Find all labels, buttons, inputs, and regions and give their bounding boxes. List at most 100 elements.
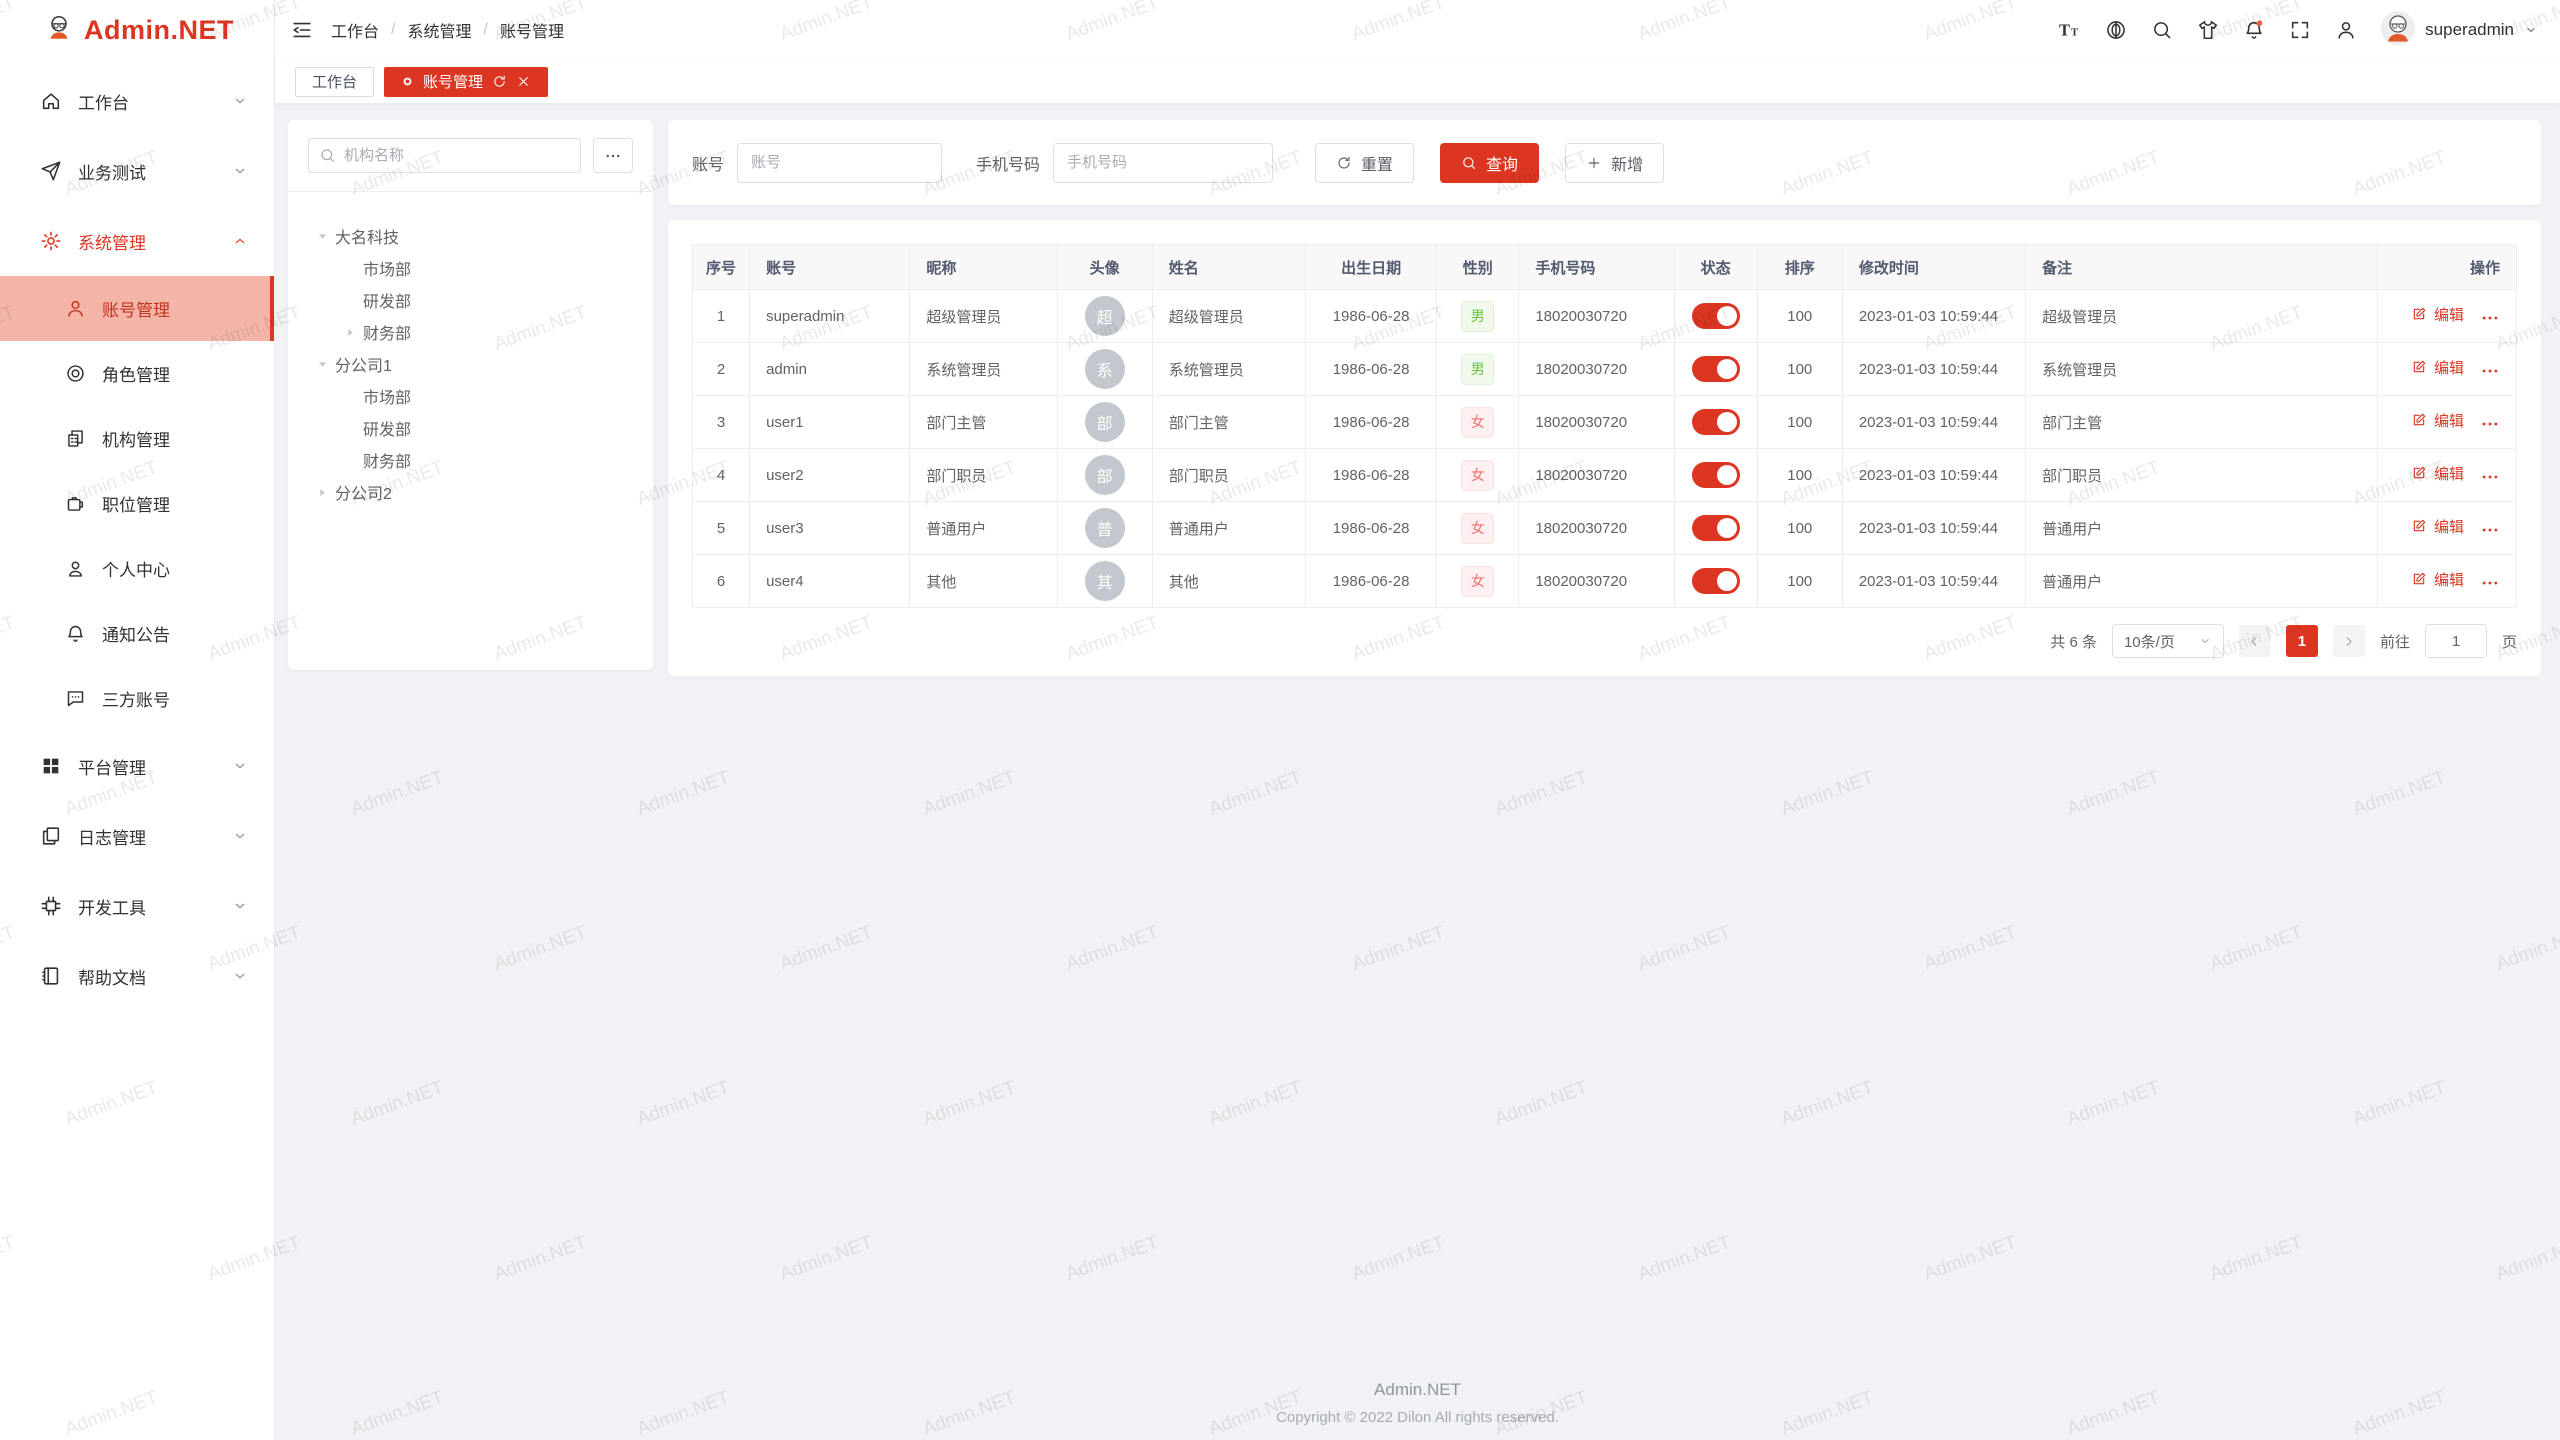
caret-down-icon[interactable]: [316, 357, 335, 371]
sidebar-subitem-profile[interactable]: 个人中心: [0, 536, 274, 601]
tab-1[interactable]: 工作台: [295, 67, 374, 97]
person-icon[interactable]: [2335, 19, 2357, 41]
tree-node-label: 研发部: [363, 288, 411, 312]
cell-actions: 编辑: [2377, 502, 2516, 555]
tree-node[interactable]: 研发部: [288, 412, 653, 444]
sidebar-subitem-chat[interactable]: 三方账号: [0, 666, 274, 731]
sidebar-subitem-org[interactable]: 机构管理: [0, 406, 274, 471]
tree-node[interactable]: 研发部: [288, 284, 653, 316]
row-more-button[interactable]: [2480, 467, 2500, 487]
tree-node[interactable]: 分公司1: [288, 348, 653, 380]
breadcrumb-item-1[interactable]: 工作台: [331, 18, 379, 42]
goto-page-input[interactable]: [2425, 624, 2487, 658]
pagination-total: 共 6 条: [2050, 631, 2097, 652]
sidebar-item-3[interactable]: 系统管理: [0, 206, 274, 276]
status-toggle[interactable]: [1692, 515, 1740, 541]
fullscreen-icon[interactable]: [2289, 19, 2311, 41]
tree-node[interactable]: 财务部: [288, 444, 653, 476]
edit-button[interactable]: 编辑: [2411, 516, 2464, 537]
edit-button[interactable]: 编辑: [2411, 357, 2464, 378]
search-icon: [1461, 155, 1477, 171]
table-row: 1superadmin超级管理员超超级管理员1986-06-28男1802003…: [693, 290, 2517, 343]
tree-node[interactable]: 财务部: [288, 316, 653, 348]
status-toggle[interactable]: [1692, 303, 1740, 329]
status-toggle[interactable]: [1692, 462, 1740, 488]
search-icon: [319, 147, 336, 164]
account-input[interactable]: [737, 143, 942, 183]
edit-button[interactable]: 编辑: [2411, 463, 2464, 484]
sidebar-item-7[interactable]: 帮助文档: [0, 941, 274, 1011]
row-avatar: 普: [1085, 508, 1125, 548]
sidebar-subitem-bell[interactable]: 通知公告: [0, 601, 274, 666]
edit-label: 编辑: [2434, 357, 2464, 378]
chevron-down-icon: [232, 898, 248, 914]
reset-button[interactable]: 重置: [1315, 143, 1414, 183]
plus-icon: [1586, 155, 1602, 171]
caret-right-icon[interactable]: [344, 325, 363, 339]
sidebar-subitem-role[interactable]: 角色管理: [0, 341, 274, 406]
sidebar-item-1[interactable]: 工作台: [0, 66, 274, 136]
status-toggle[interactable]: [1692, 356, 1740, 382]
sidebar-item-2[interactable]: 业务测试: [0, 136, 274, 206]
tab-close-icon[interactable]: [516, 74, 531, 89]
status-toggle[interactable]: [1692, 568, 1740, 594]
caret-down-icon[interactable]: [316, 229, 335, 243]
phone-input[interactable]: [1053, 143, 1273, 183]
user-menu[interactable]: superadmin: [2381, 11, 2538, 50]
sidebar-subitem-user[interactable]: 账号管理: [0, 276, 274, 341]
page-size-select[interactable]: 10条/页: [2112, 624, 2224, 658]
language-icon[interactable]: [2105, 19, 2127, 41]
cell-avatar: 其: [1057, 555, 1152, 608]
tree-node[interactable]: 市场部: [288, 380, 653, 412]
tab-2[interactable]: 账号管理: [384, 67, 548, 97]
org-more-button[interactable]: [593, 138, 633, 173]
row-more-button[interactable]: [2480, 520, 2500, 540]
sidebar-item-label: 平台管理: [78, 754, 232, 779]
add-button[interactable]: 新增: [1565, 143, 1664, 183]
search-button[interactable]: 查询: [1440, 143, 1539, 183]
search-icon[interactable]: [2151, 19, 2173, 41]
cell-name: 普通用户: [1152, 502, 1305, 555]
sidebar-item-5[interactable]: 日志管理: [0, 801, 274, 871]
edit-label: 编辑: [2434, 463, 2464, 484]
edit-button[interactable]: 编辑: [2411, 304, 2464, 325]
row-more-button[interactable]: [2480, 573, 2500, 593]
edit-button[interactable]: 编辑: [2411, 410, 2464, 431]
cell-birth: 1986-06-28: [1305, 290, 1436, 343]
cell-phone: 18020030720: [1519, 343, 1674, 396]
notification-icon[interactable]: [2243, 19, 2265, 41]
menu-fold-icon[interactable]: [291, 19, 313, 41]
profile-icon: [64, 558, 86, 580]
prev-page-button[interactable]: [2239, 625, 2271, 657]
sidebar-subitem-label: 账号管理: [102, 296, 248, 321]
font-size-icon[interactable]: TT: [2059, 19, 2081, 41]
tree-node[interactable]: 市场部: [288, 252, 653, 284]
cell-status: [1674, 555, 1757, 608]
next-page-button[interactable]: [2333, 625, 2365, 657]
tree-node[interactable]: 大名科技: [288, 220, 653, 252]
row-more-button[interactable]: [2480, 361, 2500, 381]
sidebar-item-6[interactable]: 开发工具: [0, 871, 274, 941]
theme-icon[interactable]: [2197, 19, 2219, 41]
cell-time: 2023-01-03 10:59:44: [1842, 343, 2025, 396]
caret-right-icon[interactable]: [316, 485, 335, 499]
tree-node-label: 财务部: [363, 448, 411, 472]
gender-badge: 女: [1461, 407, 1494, 438]
cell-account: user2: [750, 449, 910, 502]
edit-button[interactable]: 编辑: [2411, 569, 2464, 590]
breadcrumb-item-2[interactable]: 系统管理: [407, 18, 471, 42]
status-toggle[interactable]: [1692, 409, 1740, 435]
row-more-button[interactable]: [2480, 414, 2500, 434]
cell-actions: 编辑: [2377, 343, 2516, 396]
chevron-down-icon: [232, 163, 248, 179]
cell-nickname: 普通用户: [910, 502, 1057, 555]
page-number-button[interactable]: 1: [2286, 625, 2318, 657]
tab-refresh-icon[interactable]: [492, 74, 507, 89]
tree-node[interactable]: 分公司2: [288, 476, 653, 508]
sidebar-item-label: 帮助文档: [78, 964, 232, 989]
cell-phone: 18020030720: [1519, 396, 1674, 449]
row-more-button[interactable]: [2480, 308, 2500, 328]
sidebar-subitem-position[interactable]: 职位管理: [0, 471, 274, 536]
org-search-input[interactable]: [344, 147, 570, 164]
sidebar-item-4[interactable]: 平台管理: [0, 731, 274, 801]
